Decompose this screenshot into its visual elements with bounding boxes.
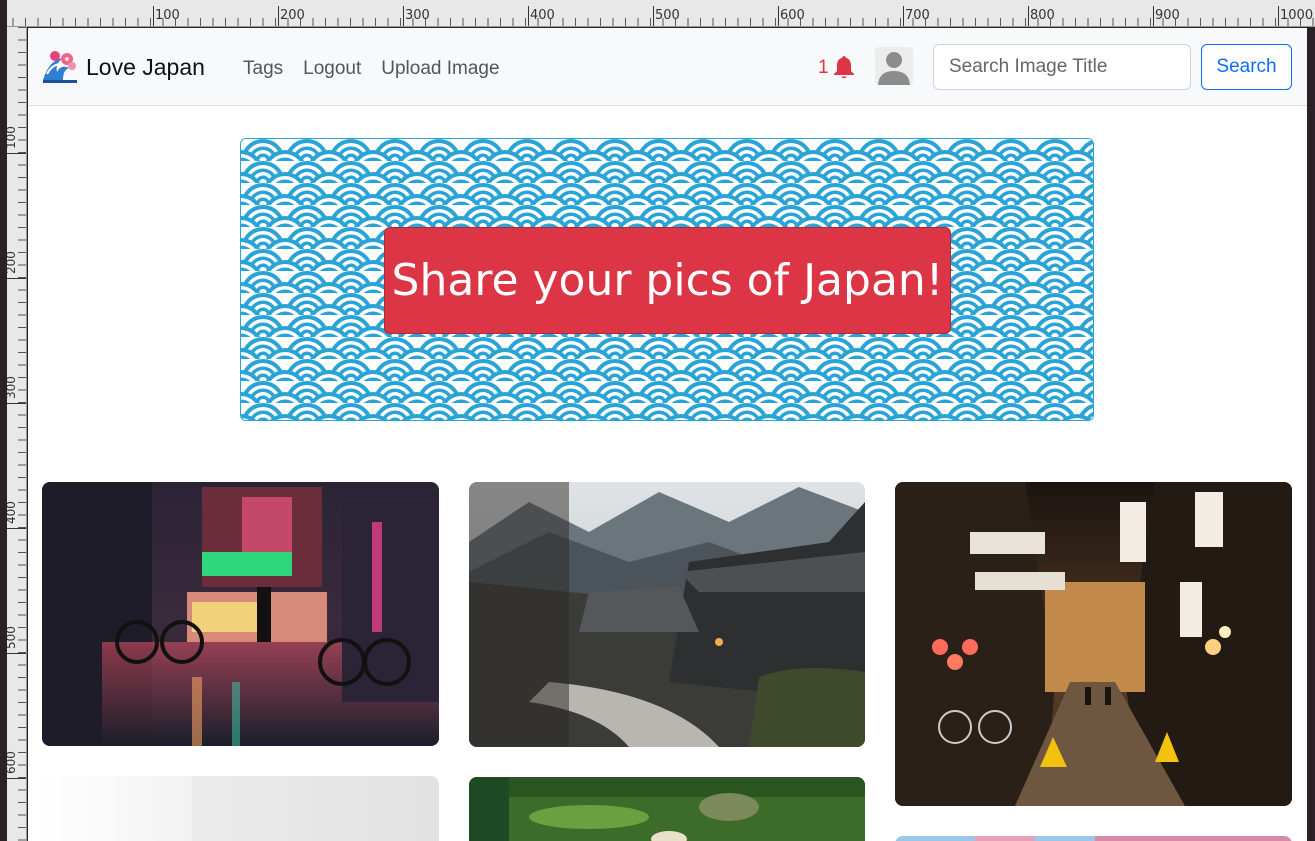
- brand-name: Love Japan: [86, 53, 205, 80]
- user-icon: [878, 52, 910, 85]
- ruler-label: 400: [530, 8, 555, 23]
- nav-link-logout[interactable]: Logout: [303, 58, 361, 80]
- nav-link-upload-image[interactable]: Upload Image: [381, 58, 499, 80]
- window-edge-right: [1307, 27, 1315, 841]
- cherry-blossom-photo-icon: [895, 836, 1292, 841]
- gallery-image-card[interactable]: [469, 777, 865, 841]
- ruler-major-tick: [6, 403, 26, 404]
- ruler-major-tick: [6, 153, 26, 154]
- ruler-major-tick: [6, 778, 26, 779]
- ruler-label: 600: [780, 8, 805, 23]
- ruler-label: 300: [405, 8, 430, 23]
- ruler-label: 900: [1155, 8, 1180, 23]
- moss-garden-photo-icon: [469, 777, 865, 841]
- lantern-alley-photo-icon: [895, 482, 1292, 806]
- hero-banner: Share your pics of Japan!: [240, 138, 1094, 421]
- ruler-major-tick: [6, 278, 26, 279]
- nav-links: Tags Logout Upload Image: [243, 58, 500, 80]
- mountain-village-photo-icon: [469, 482, 865, 747]
- misty-photo-icon: [42, 776, 439, 841]
- wave-sakura-logo-icon: [43, 51, 77, 83]
- ruler-label: 200: [280, 8, 305, 23]
- ruler-label: 500: [655, 8, 680, 23]
- window-edge: [0, 0, 7, 841]
- gallery-image-card[interactable]: [42, 776, 439, 841]
- search-button[interactable]: Search: [1201, 44, 1292, 90]
- brand-link[interactable]: Love Japan: [41, 50, 205, 84]
- gallery-image-card[interactable]: [895, 482, 1292, 806]
- web-page: Love Japan Tags Logout Upload Image 1 Se…: [28, 28, 1307, 841]
- gallery-image-card[interactable]: [42, 482, 439, 746]
- ruler-label: 700: [905, 8, 930, 23]
- ruler-major-tick: [6, 653, 26, 654]
- bell-icon: [833, 56, 854, 79]
- gallery-image-card[interactable]: [469, 482, 865, 747]
- gallery-image-card[interactable]: [895, 836, 1292, 841]
- navbar: Love Japan Tags Logout Upload Image 1 Se…: [28, 28, 1307, 106]
- user-avatar[interactable]: [875, 47, 913, 85]
- ruler-label: 100: [155, 8, 180, 23]
- nav-link-tags[interactable]: Tags: [243, 58, 283, 80]
- notification-count: 1: [818, 56, 829, 78]
- notifications-button[interactable]: 1: [818, 55, 856, 80]
- rainy-night-street-photo-icon: [42, 482, 439, 746]
- ruler-label: 1000: [1280, 8, 1314, 23]
- ruler-label: 800: [1030, 8, 1055, 23]
- ruler-major-tick: [6, 528, 26, 529]
- share-pics-button[interactable]: Share your pics of Japan!: [384, 227, 951, 334]
- search-input[interactable]: [933, 44, 1191, 90]
- horizontal-ruler: 100 200 300 400 500 600 700 800 900 1000: [0, 0, 1315, 27]
